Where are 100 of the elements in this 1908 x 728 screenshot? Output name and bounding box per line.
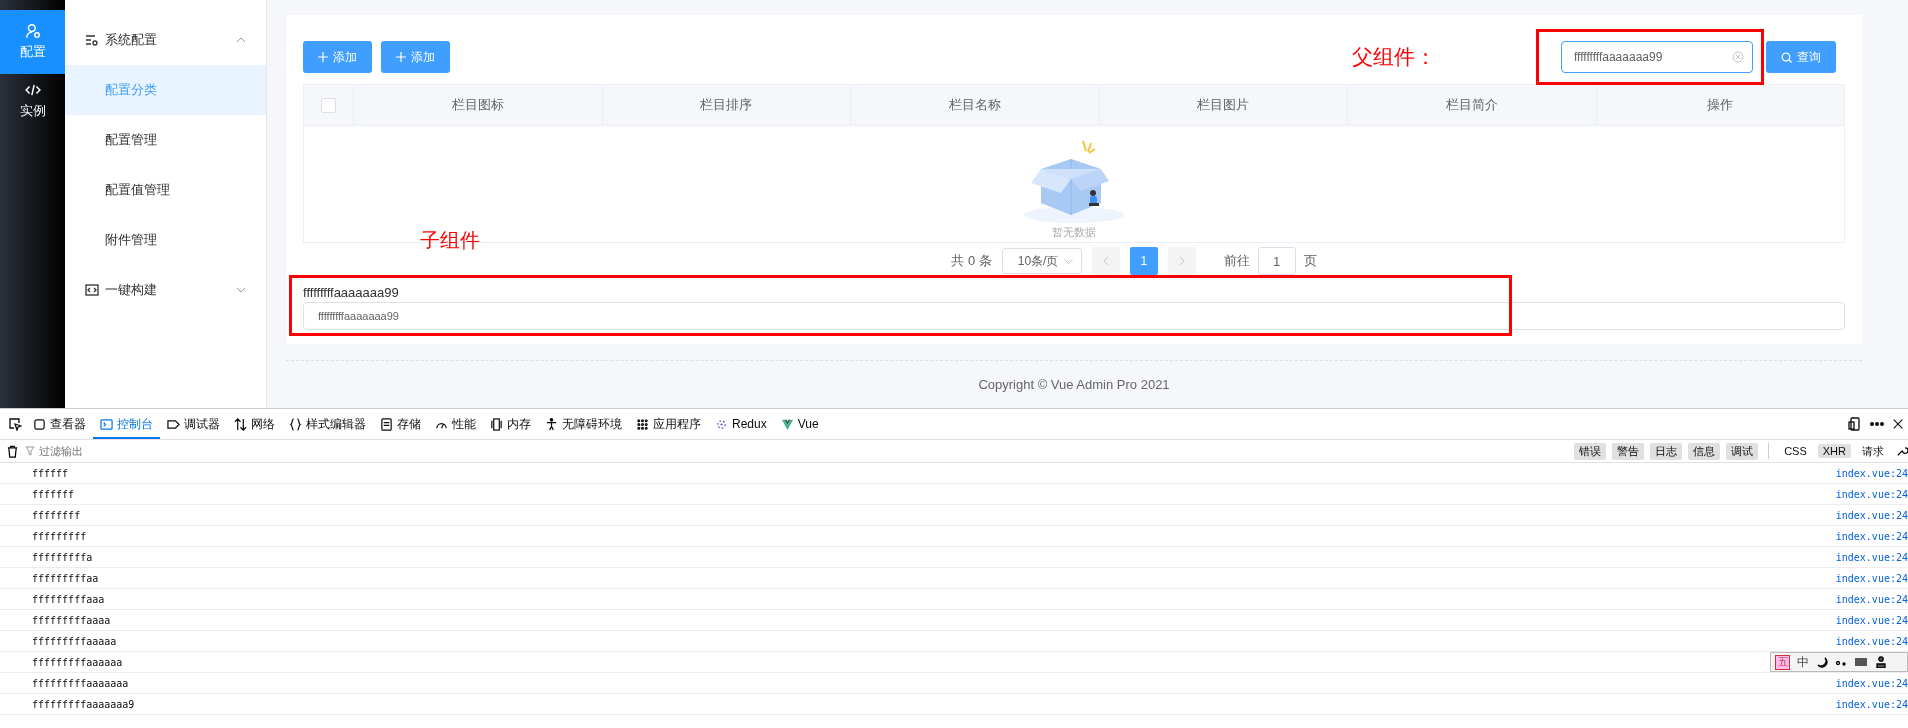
plus-icon (318, 52, 328, 62)
column-header: 栏目简介 (1347, 85, 1596, 125)
source-link[interactable]: index.vue:24 (1835, 467, 1908, 479)
devtools-tab[interactable]: 调试器 (160, 409, 227, 439)
tag-icon (167, 417, 180, 431)
console-message: fffffffffa (32, 551, 93, 563)
source-link[interactable]: index.vue:24 (1835, 614, 1908, 626)
level-toggle[interactable]: 信息 (1688, 442, 1721, 460)
source-link[interactable]: index.vue:24 (1835, 551, 1908, 563)
devtools-tab[interactable]: 性能 (428, 409, 483, 439)
submenu-item[interactable]: 配置值管理 (65, 165, 266, 215)
source-link[interactable]: index.vue:24 (1835, 530, 1908, 542)
console-message: fffffffffaaaaaaa (32, 677, 129, 689)
column-header: 栏目图标 (353, 85, 602, 125)
column-header: 栏目图片 (1098, 85, 1347, 125)
v-logo-icon (780, 417, 794, 431)
responsive-icon[interactable] (1848, 417, 1862, 431)
pick-element-icon[interactable] (8, 417, 22, 431)
source-link[interactable]: index.vue:24 (1835, 572, 1908, 584)
level-toggle[interactable]: 调试 (1726, 442, 1759, 460)
console-message: fffffffffaaa (32, 593, 105, 605)
source-link[interactable]: index.vue:24 (1835, 677, 1908, 689)
page-input[interactable]: 1 (1257, 247, 1296, 275)
copyright-text: Copyright © Vue Admin Pro 2021 (978, 377, 1170, 392)
chevron-up-icon (236, 37, 246, 43)
empty-text: 暂无数据 (1052, 225, 1096, 240)
column-header: 操作 (1595, 85, 1844, 125)
console-message: fffffffffaaaaaa (32, 656, 123, 668)
console-message: fffffffffaaaa (32, 614, 111, 626)
page-size-select[interactable]: 10条/页 (1001, 248, 1082, 274)
total-count: 共 0 条 (951, 252, 992, 270)
select-all-checkbox[interactable] (321, 97, 336, 113)
console-message: ffffff (32, 467, 69, 479)
search-icon (1781, 51, 1792, 63)
devtools-tab[interactable]: 存储 (373, 409, 428, 439)
list-gear-icon (85, 33, 99, 47)
code-icon (24, 82, 41, 98)
type-toggle[interactable]: 请求 (1857, 442, 1889, 460)
console-message: fffffffff (32, 530, 87, 542)
submenu-item[interactable]: 配置管理 (65, 115, 266, 165)
source-link[interactable]: index.vue:24 (1835, 698, 1908, 710)
annotation-label: 父组件： (1352, 44, 1436, 70)
bound-text: fffffffffaaaaaaa99 (303, 285, 400, 302)
level-toggle[interactable]: 错误 (1574, 442, 1607, 460)
console-message: fffffffffaaaaa (32, 635, 117, 647)
document-icon (380, 417, 393, 431)
rail-item[interactable]: 实例 (0, 74, 65, 128)
devtools-tab[interactable]: 无障碍环境 (538, 409, 629, 439)
keyboard-icon[interactable] (1854, 655, 1868, 669)
source-link[interactable]: index.vue:24 (1835, 593, 1908, 605)
console-message: ffffffff (32, 509, 81, 521)
ring-icon (715, 417, 728, 431)
search-field[interactable]: fffffffffaaaaaaa99 (1561, 41, 1753, 73)
devtools-tab[interactable]: 样式编辑器 (282, 409, 373, 439)
type-toggle[interactable]: CSS (1779, 444, 1812, 458)
menu-group[interactable]: 一键构建 (65, 265, 266, 315)
column-header: 栏目排序 (601, 85, 850, 125)
console-message: fffffffffaaaaaaa9 (32, 698, 135, 710)
console-message: fffffffffaa (32, 572, 99, 584)
trash-icon[interactable] (6, 444, 19, 458)
type-toggle[interactable]: XHR (1817, 444, 1851, 458)
source-link[interactable]: index.vue:24 (1835, 488, 1908, 500)
braces-icon (289, 417, 302, 431)
code-window-icon (85, 283, 99, 297)
page-suffix: 页 (1303, 252, 1317, 270)
chevron-right-icon (1178, 256, 1185, 266)
submenu-item[interactable]: 附件管理 (65, 215, 266, 265)
child-input[interactable]: fffffffffaaaaaaa99 (303, 302, 1845, 330)
person-icon (545, 417, 558, 431)
close-icon[interactable] (1892, 418, 1904, 430)
console-message: fffffff (32, 488, 75, 500)
menu-group[interactable]: 系统配置 (65, 15, 266, 65)
goto-label: 前往 (1223, 252, 1250, 270)
level-toggle[interactable]: 日志 (1650, 442, 1683, 460)
console-icon (100, 417, 113, 431)
grid-icon (636, 417, 649, 431)
devtools-tab[interactable]: 网络 (227, 409, 282, 439)
level-toggle[interactable]: 警告 (1612, 442, 1645, 460)
arrows-icon (234, 417, 247, 431)
devtools-tab[interactable]: 内存 (483, 409, 538, 439)
user-gear-icon (24, 23, 41, 39)
language-toggle[interactable]: 中 (1797, 653, 1809, 671)
filter-field[interactable]: 过滤输出 (25, 443, 1569, 459)
chevron-down-icon (236, 287, 246, 293)
plus-icon (396, 52, 406, 62)
filter-icon (25, 446, 35, 456)
annotation-label: 子组件 (420, 228, 480, 253)
devtools-tab[interactable]: Vue (773, 409, 826, 439)
moon-icon[interactable] (1816, 656, 1828, 668)
chip-icon (490, 417, 503, 431)
chevron-left-icon (1102, 256, 1109, 266)
source-link[interactable]: index.vue:24 (1835, 635, 1908, 647)
source-link[interactable]: index.vue:24 (1835, 509, 1908, 521)
chevron-down-icon (1063, 258, 1073, 264)
square-icon (33, 417, 46, 431)
devtools-tab[interactable]: 应用程序 (629, 409, 708, 439)
devtools-tab[interactable]: 查看器 (26, 409, 93, 439)
devtools-tab[interactable]: 控制台 (93, 409, 160, 439)
devtools-tab[interactable]: Redux (708, 409, 774, 439)
person-icon[interactable] (1875, 656, 1887, 668)
